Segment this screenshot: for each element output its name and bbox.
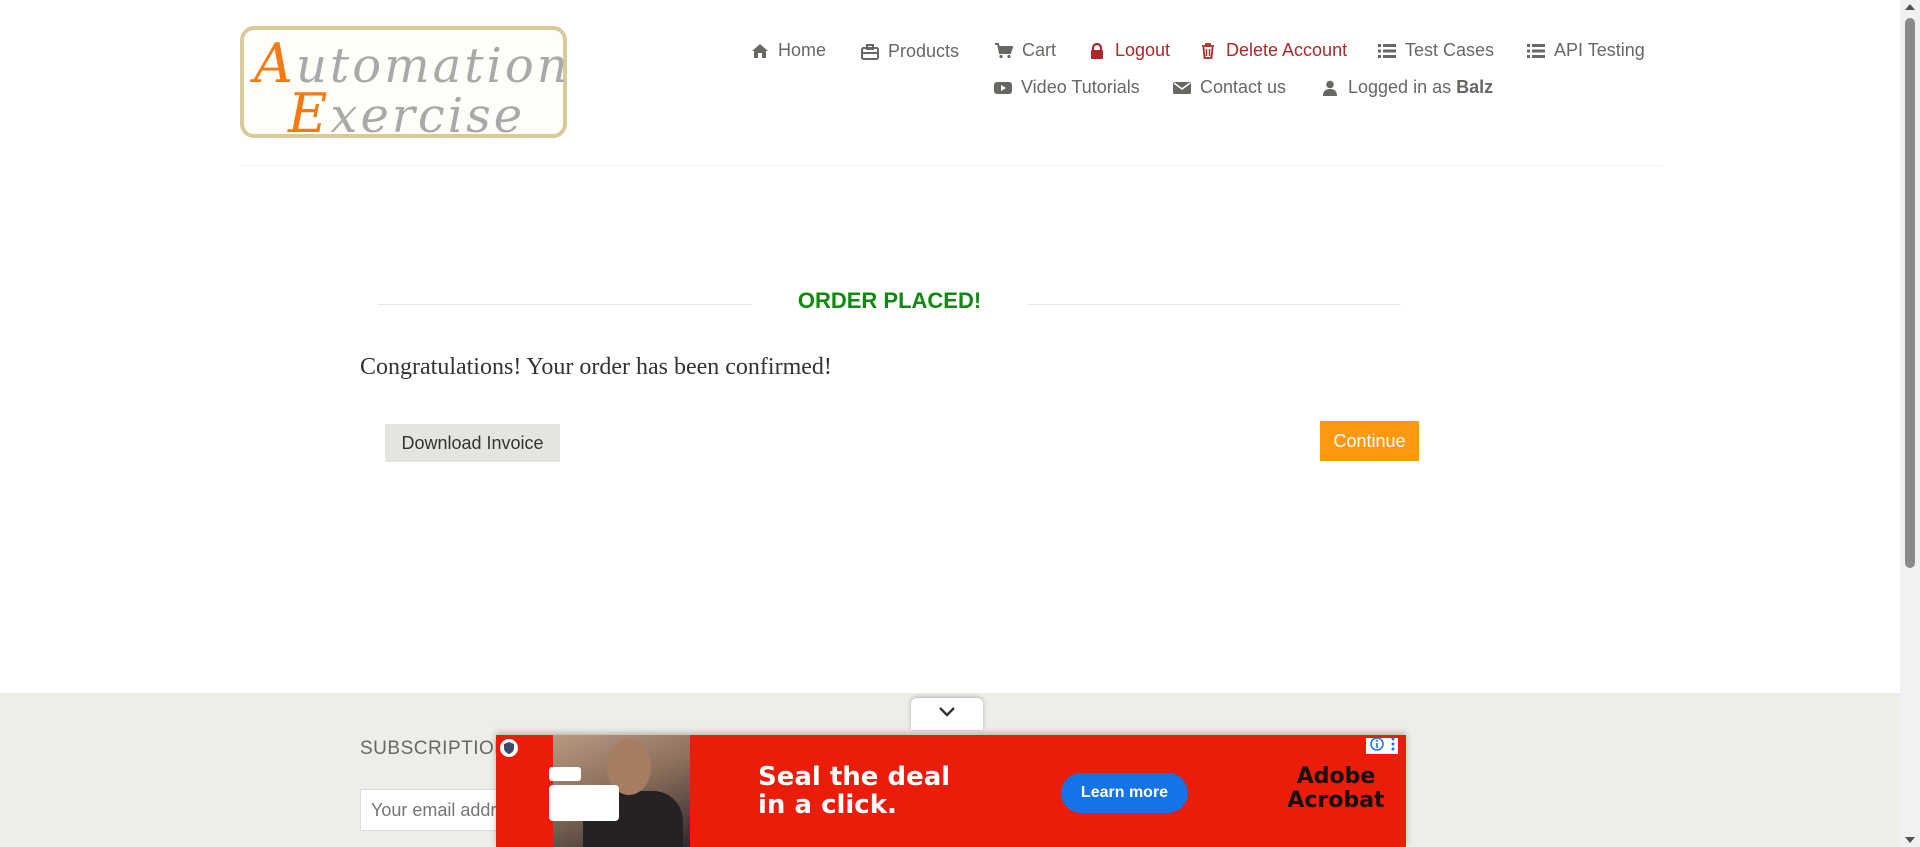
nav-api-testing-label: API Testing — [1554, 40, 1645, 60]
username: Balz — [1456, 77, 1494, 97]
envelope-icon — [1172, 78, 1192, 98]
order-confirmation-message: Congratulations! Your order has been con… — [360, 354, 832, 380]
page-scrollbar[interactable] — [1900, 0, 1920, 847]
header-divider — [240, 165, 1662, 166]
nav-logout[interactable]: Logout — [1087, 40, 1170, 61]
ad-more-options-icon[interactable] — [1391, 737, 1395, 756]
order-placed-title: ORDER PLACED! — [797, 288, 982, 313]
nav-contact-us-label: Contact us — [1200, 77, 1287, 97]
nav-home[interactable]: Home — [750, 40, 826, 61]
ad-photo — [549, 735, 690, 847]
ad-banner[interactable]: Seal the deal in a click. Learn more Ado… — [496, 735, 1406, 847]
shopping-cart-icon — [994, 41, 1014, 61]
site-logo[interactable]: Automation Exercise — [240, 26, 568, 145]
logged-in-text: Logged in as Balz — [1348, 77, 1494, 97]
title-divider-left — [378, 304, 752, 305]
ad-collapse-toggle[interactable] — [911, 698, 983, 730]
nav-test-cases-label: Test Cases — [1405, 40, 1495, 60]
chevron-down-icon — [938, 705, 956, 723]
nav-home-label: Home — [778, 40, 827, 60]
nav-delete-account[interactable]: Delete Account — [1198, 40, 1347, 61]
nav-products[interactable]: Products — [860, 41, 959, 62]
scrollbar-thumb[interactable] — [1905, 18, 1915, 568]
list-icon — [1377, 41, 1397, 61]
list-icon — [1526, 41, 1546, 61]
nav-api-testing[interactable]: API Testing — [1526, 40, 1645, 61]
nav-video-tutorials-label: Video Tutorials — [1021, 77, 1140, 97]
continue-button[interactable]: Continue — [1320, 421, 1419, 461]
subscription-title: SUBSCRIPTION — [360, 738, 509, 759]
trash-icon — [1198, 41, 1218, 61]
ad-learn-more-button[interactable]: Learn more — [1061, 773, 1188, 813]
home-icon — [750, 41, 770, 61]
scroll-up-arrow-icon[interactable] — [1905, 4, 1915, 10]
ad-headline: Seal the deal in a click. — [758, 762, 951, 820]
nav-delete-account-label: Delete Account — [1226, 40, 1348, 60]
nav-test-cases[interactable]: Test Cases — [1377, 40, 1494, 61]
nav-logout-label: Logout — [1115, 40, 1171, 60]
ad-brand: Adobe Acrobat — [1287, 764, 1385, 813]
nav-video-tutorials[interactable]: Video Tutorials — [993, 77, 1140, 98]
nav-cart-label: Cart — [1022, 40, 1057, 60]
user-icon — [1320, 78, 1340, 98]
nav-products-label: Products — [888, 41, 960, 61]
download-invoice-button[interactable]: Download Invoice — [385, 424, 560, 462]
lock-icon — [1087, 41, 1107, 61]
nav-contact-us[interactable]: Contact us — [1172, 77, 1286, 98]
ad-shield-icon — [500, 739, 518, 757]
briefcase-icon — [860, 42, 880, 62]
ad-info-icon[interactable] — [1369, 736, 1384, 756]
nav-logged-in-as: Logged in as Balz — [1320, 77, 1493, 98]
scroll-down-arrow-icon[interactable] — [1905, 837, 1915, 843]
ad-info-controls — [1366, 736, 1398, 756]
logo-line-2: Exercise — [288, 82, 526, 145]
nav-cart[interactable]: Cart — [994, 40, 1056, 61]
title-divider-right — [1027, 304, 1401, 305]
youtube-play-icon — [993, 78, 1013, 98]
